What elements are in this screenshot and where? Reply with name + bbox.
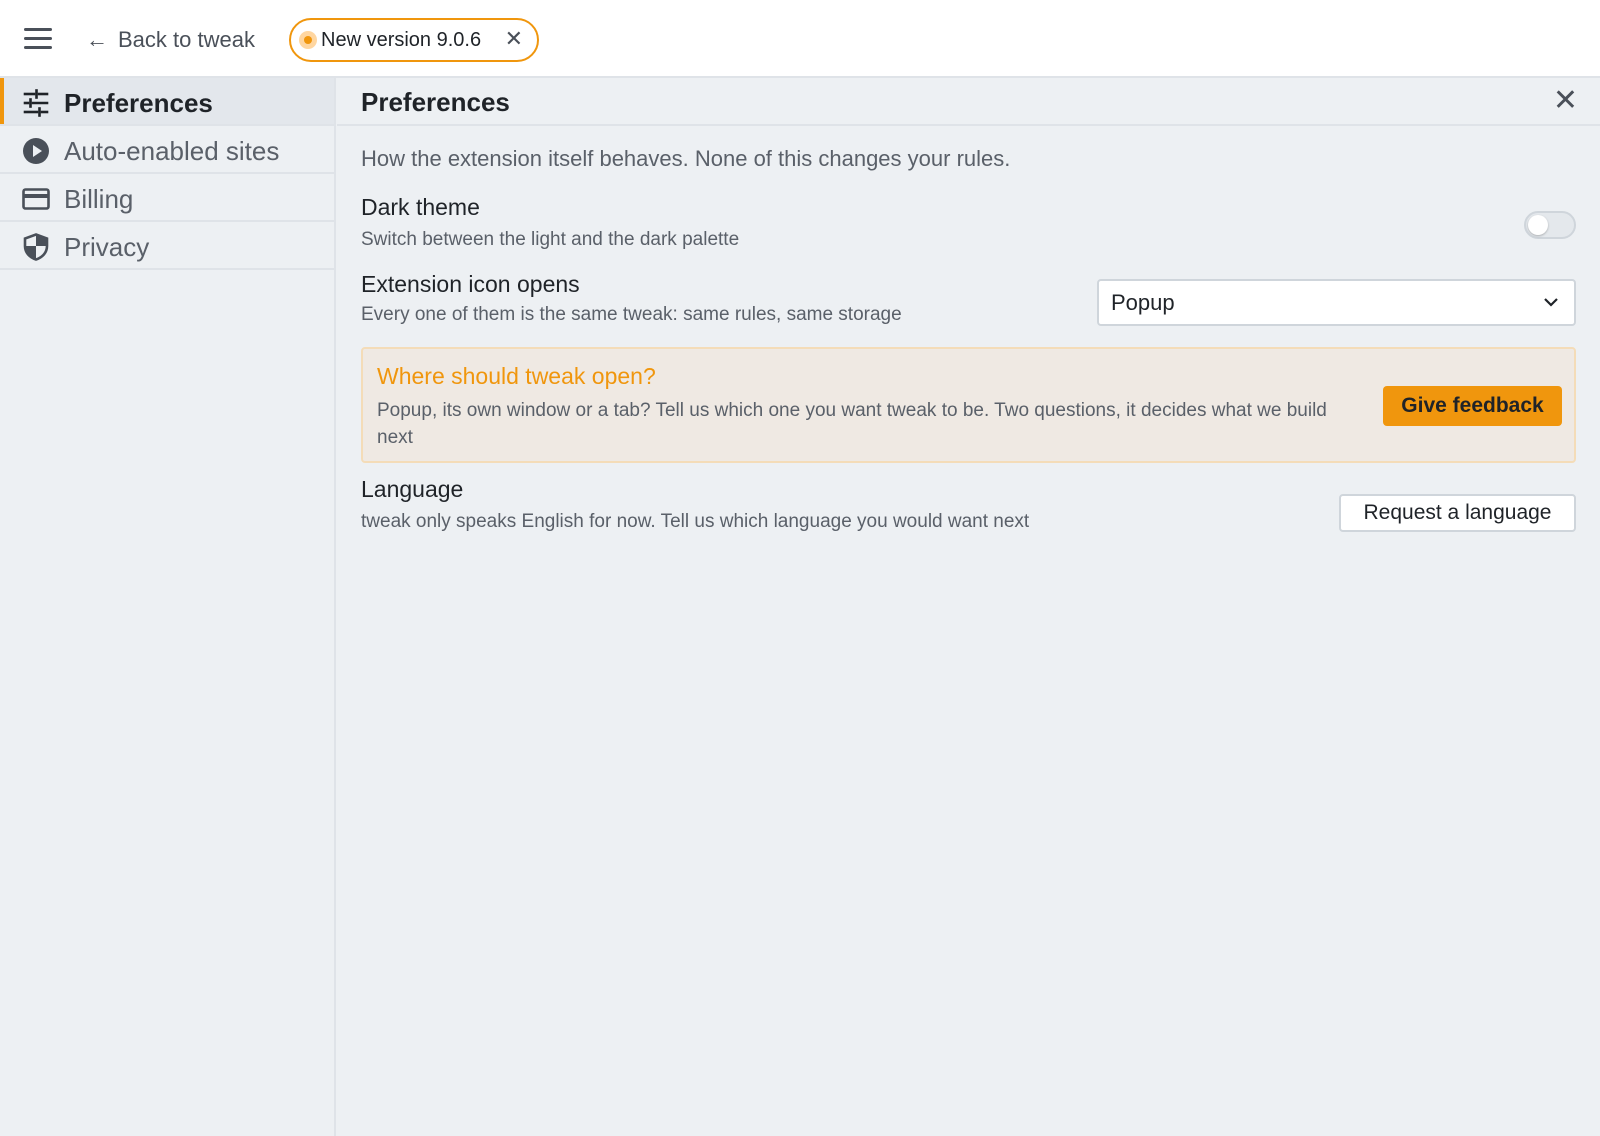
intro-text: How the extension itself behaves. None o… (361, 146, 1011, 171)
close-icon[interactable]: ✕ (1553, 86, 1578, 116)
close-icon[interactable]: ✕ (505, 26, 523, 52)
new-version-badge[interactable]: New version 9.0.6 ✕ (289, 18, 539, 62)
request-language-button[interactable]: Request a language (1339, 494, 1576, 532)
back-link-label: Back to tweak (118, 27, 255, 52)
extension-icon-opens-title: Extension icon opens (361, 271, 580, 297)
select-value: Popup (1111, 289, 1175, 315)
preferences-panel: Preferences ✕ How the extension itself b… (337, 78, 1600, 1136)
credit-card-icon (22, 188, 50, 210)
shield-icon (23, 233, 49, 261)
language-description: tweak only speaks English for now. Tell … (361, 511, 1030, 532)
sliders-icon (23, 89, 49, 117)
chevron-down-icon (1544, 298, 1558, 307)
toggle-knob (1528, 215, 1548, 235)
language-title: Language (361, 476, 464, 502)
callout-text: Popup, its own window or a tab? Tell us … (377, 400, 1327, 448)
dark-theme-description: Switch between the light and the dark pa… (361, 229, 740, 250)
dark-theme-title: Dark theme (361, 194, 480, 220)
update-dot-icon (299, 31, 317, 49)
give-feedback-button[interactable]: Give feedback (1383, 386, 1562, 426)
sidebar: Preferences Auto-enabled sites Billing P… (0, 78, 336, 1136)
top-bar: ← Back to tweak New version 9.0.6 ✕ (0, 0, 1600, 78)
sidebar-item-billing[interactable]: Billing (0, 174, 334, 222)
hamburger-menu-icon[interactable] (24, 28, 52, 50)
new-version-label: New version 9.0.6 (321, 28, 482, 51)
sidebar-item-label: Privacy (64, 232, 150, 262)
sidebar-item-preferences[interactable]: Preferences (0, 78, 334, 126)
play-circle-icon (23, 138, 49, 164)
sidebar-item-label: Auto-enabled sites (64, 136, 280, 166)
extension-icon-opens-select[interactable]: Popup (1097, 279, 1576, 326)
page-title: Preferences (361, 87, 510, 117)
arrow-left-icon: ← (86, 27, 108, 52)
sidebar-item-auto-enabled-sites[interactable]: Auto-enabled sites (0, 126, 334, 174)
sidebar-item-privacy[interactable]: Privacy (0, 222, 334, 270)
back-to-tweak-link[interactable]: ← Back to tweak (86, 22, 255, 58)
sidebar-item-label: Billing (64, 184, 134, 214)
sidebar-item-label: Preferences (64, 88, 213, 118)
dark-theme-toggle[interactable] (1524, 211, 1576, 239)
extension-icon-opens-description: Every one of them is the same tweak: sam… (361, 304, 902, 325)
panel-header: Preferences ✕ (337, 78, 1600, 126)
callout-title: Where should tweak open? (377, 363, 656, 389)
feedback-callout: Where should tweak open? Popup, its own … (361, 347, 1576, 463)
